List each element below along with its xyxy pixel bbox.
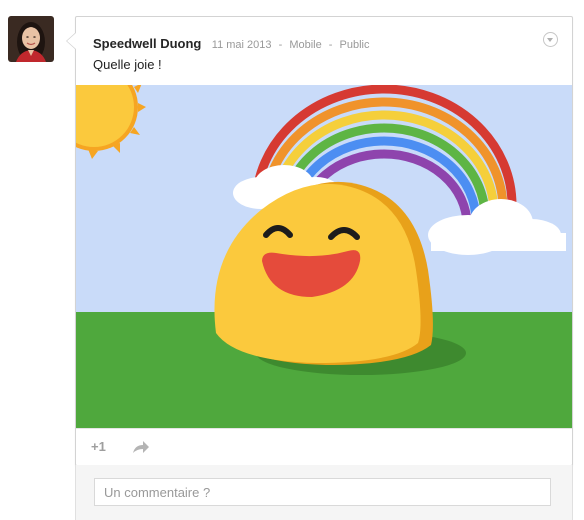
author-name[interactable]: Speedwell Duong xyxy=(93,36,201,51)
share-arrow-icon[interactable] xyxy=(132,439,150,455)
post-visibility[interactable]: Public xyxy=(340,39,370,51)
post-menu-dropdown-icon[interactable] xyxy=(543,32,558,47)
post-header: Speedwell Duong 11 mai 2013 - Mobile - P… xyxy=(93,35,370,53)
meta-separator: - xyxy=(328,39,333,51)
post-actions: +1 xyxy=(76,428,572,466)
post-date[interactable]: 11 mai 2013 xyxy=(212,39,272,51)
plus-one-button[interactable]: +1 xyxy=(91,439,106,454)
meta-separator: - xyxy=(278,39,283,51)
card-pointer-inner xyxy=(67,33,76,49)
post-source: Mobile xyxy=(289,39,322,51)
page: Speedwell Duong 11 mai 2013 - Mobile - P… xyxy=(0,0,584,520)
author-avatar[interactable] xyxy=(8,16,54,62)
post-card: Speedwell Duong 11 mai 2013 - Mobile - P… xyxy=(67,16,573,466)
smiling-blob-illustration xyxy=(76,85,572,428)
comment-input[interactable] xyxy=(94,478,551,506)
post-meta: 11 mai 2013 - Mobile - Public xyxy=(212,39,370,51)
share-arrow-svg xyxy=(133,441,149,453)
comment-area xyxy=(75,465,573,520)
post-text: Quelle joie ! xyxy=(93,57,162,72)
avatar-photo xyxy=(8,16,54,62)
post-image[interactable] xyxy=(76,85,572,428)
